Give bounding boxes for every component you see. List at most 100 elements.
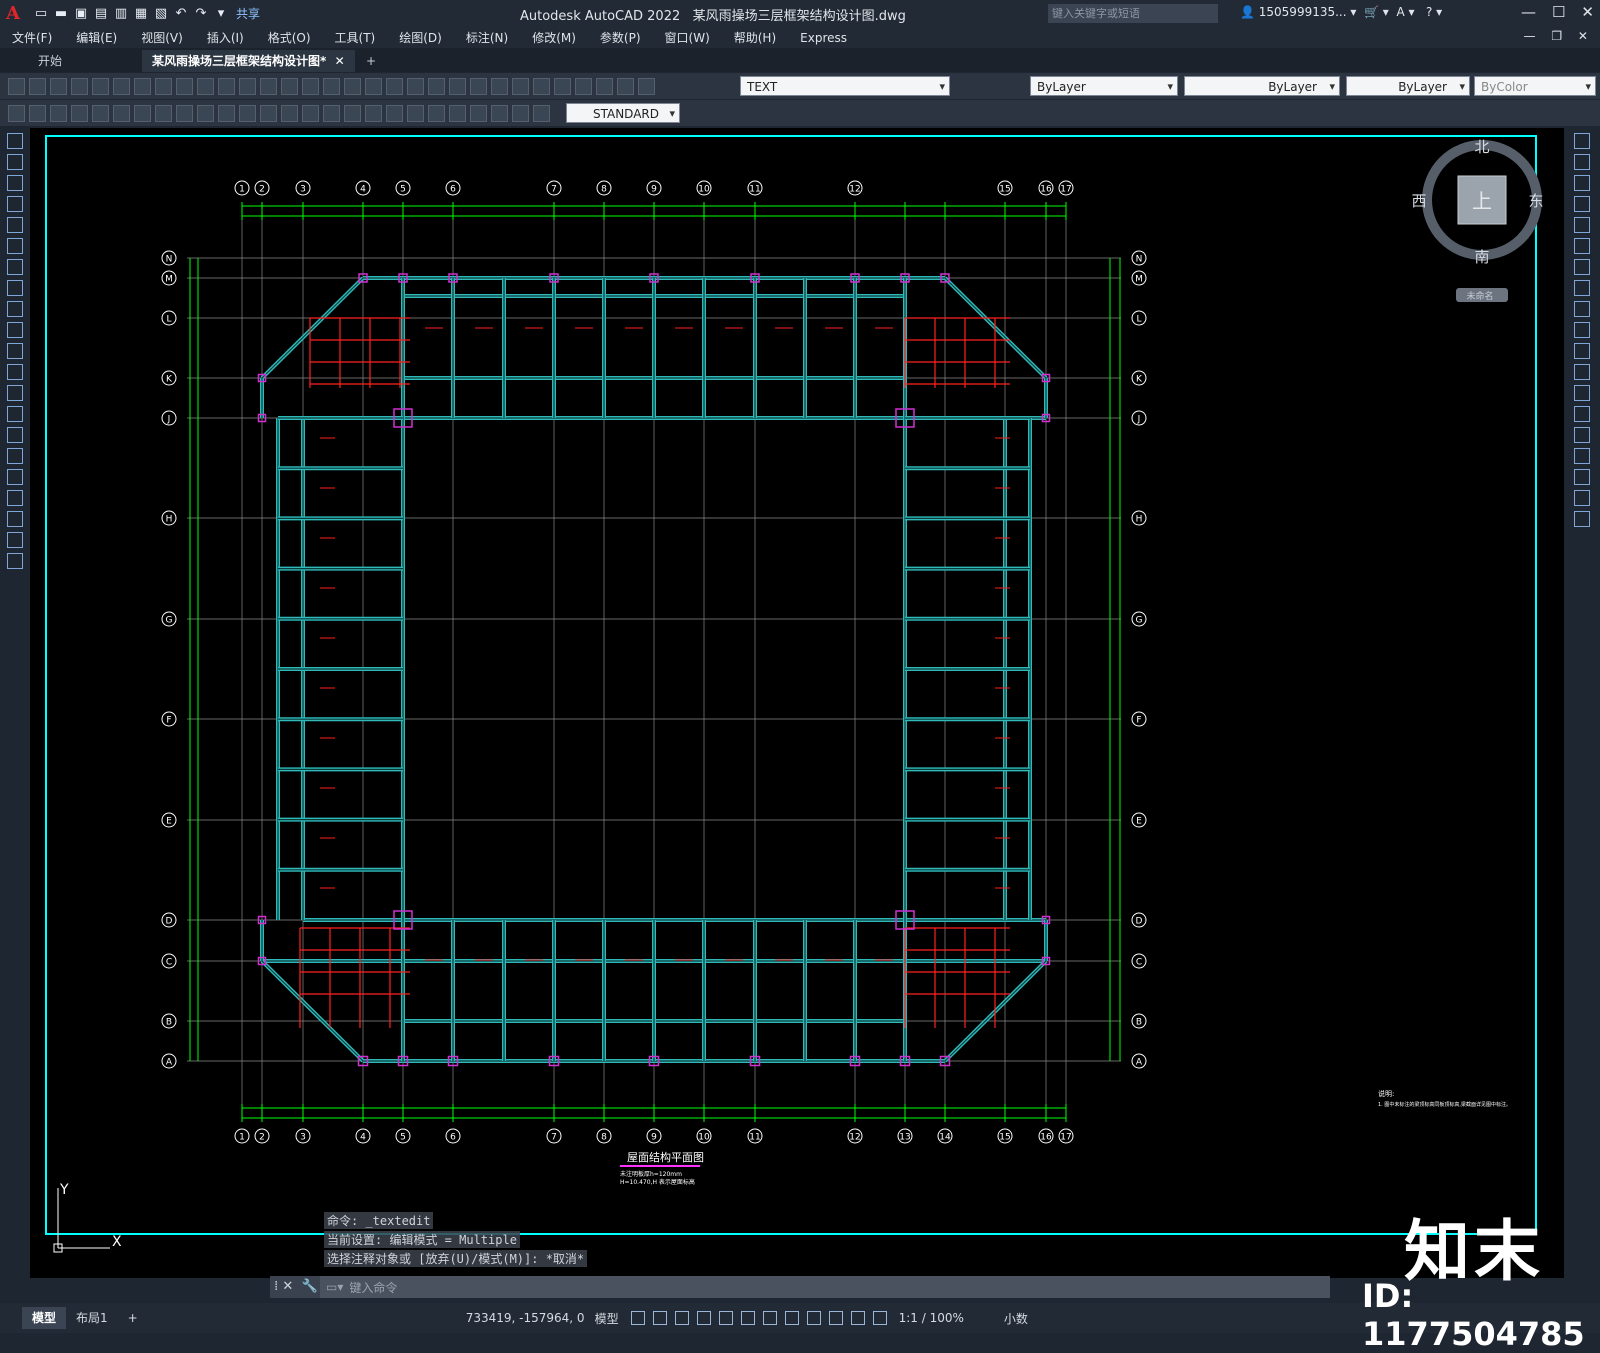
menu-item-9[interactable]: 参数(P) [588,29,653,46]
draw-tool-11-icon[interactable] [7,364,23,380]
share-button[interactable]: 共享 [236,5,260,22]
menu-item-10[interactable]: 窗口(W) [653,29,722,46]
add-layout-button[interactable]: + [118,1307,148,1329]
dimension-tool-22-icon[interactable] [470,104,487,122]
linetype-select[interactable]: ByLayer [1184,76,1340,97]
status-toggle-3-icon[interactable] [696,1311,711,1325]
modify-tool-9-icon[interactable] [1574,322,1590,338]
modify-tool-11-icon[interactable] [1574,364,1590,380]
new-tab-button[interactable]: + [356,50,386,72]
status-toggle-11-icon[interactable] [872,1311,887,1325]
document-window-controls[interactable]: — ❐ ✕ [1524,29,1594,43]
dimension-tool-1-icon[interactable] [29,104,46,122]
modify-tool-0-icon[interactable] [1574,133,1590,149]
modify-tool-8-icon[interactable] [1574,301,1590,317]
menu-item-6[interactable]: 绘图(D) [387,29,454,46]
standard-tool-2-icon[interactable] [50,77,67,95]
text-style-select[interactable]: TEXT [740,76,950,97]
standard-tool-13-icon[interactable] [281,77,298,95]
draw-tool-4-icon[interactable] [7,217,23,233]
dimension-tool-23-icon[interactable] [491,104,508,122]
command-input[interactable]: ▭▾ 键入命令 [320,1276,1330,1298]
modify-tool-4-icon[interactable] [1574,217,1590,233]
standard-tool-24-icon[interactable] [512,77,529,95]
draw-tool-3-icon[interactable] [7,196,23,212]
plot-style-select[interactable]: ByColor [1474,76,1596,97]
redo-icon[interactable]: ↷ [192,5,210,23]
draw-tool-2-icon[interactable] [7,175,23,191]
menu-item-7[interactable]: 标注(N) [454,29,520,46]
status-toggle-10-icon[interactable] [850,1311,865,1325]
draw-tool-1-icon[interactable] [7,154,23,170]
draw-tool-10-icon[interactable] [7,343,23,359]
dimension-tool-7-icon[interactable] [155,104,172,122]
status-toggle-6-icon[interactable] [762,1311,777,1325]
draw-tool-0-icon[interactable] [7,133,23,149]
autocad-logo-icon[interactable]: A [0,0,26,27]
dimension-tool-5-icon[interactable] [113,104,130,122]
minimize-icon[interactable]: — [1521,3,1536,21]
status-toggle-8-icon[interactable] [806,1311,821,1325]
save-as-icon[interactable]: ▤ [92,5,110,23]
dimension-tool-0-icon[interactable] [8,104,25,122]
standard-tool-4-icon[interactable] [92,77,109,95]
menu-item-5[interactable]: 工具(T) [323,29,388,46]
standard-tool-17-icon[interactable] [365,77,382,95]
standard-tool-30-icon[interactable] [638,77,655,95]
modify-tool-14-icon[interactable] [1574,427,1590,443]
draw-tool-12-icon[interactable] [7,385,23,401]
tab-layout1[interactable]: 布局1 [66,1307,118,1329]
dimension-tool-25-icon[interactable] [533,104,550,122]
maximize-icon[interactable]: ☐ [1552,3,1565,21]
standard-tool-26-icon[interactable] [554,77,571,95]
layer-color-select[interactable]: ByLayer [1030,76,1178,97]
modify-tool-2-icon[interactable] [1574,175,1590,191]
dimension-tool-17-icon[interactable] [365,104,382,122]
dimension-tool-13-icon[interactable] [281,104,298,122]
tab-model[interactable]: 模型 [22,1307,67,1329]
standard-tool-23-icon[interactable] [491,77,508,95]
modify-tool-17-icon[interactable] [1574,490,1590,506]
draw-tool-13-icon[interactable] [7,406,23,422]
menu-item-12[interactable]: Express [788,31,859,45]
standard-tool-27-icon[interactable] [575,77,592,95]
dimension-tool-8-icon[interactable] [176,104,193,122]
standard-tool-20-icon[interactable] [428,77,445,95]
menu-item-0[interactable]: 文件(F) [0,29,64,46]
tab-start[interactable]: 开始 [28,50,72,72]
standard-tool-22-icon[interactable] [470,77,487,95]
standard-tool-16-icon[interactable] [344,77,361,95]
save-web-icon[interactable]: ▦ [132,5,150,23]
draw-tool-16-icon[interactable] [7,469,23,485]
standard-tool-0-icon[interactable] [8,77,25,95]
modify-tool-10-icon[interactable] [1574,343,1590,359]
draw-tool-17-icon[interactable] [7,490,23,506]
modify-tool-13-icon[interactable] [1574,406,1590,422]
dimension-tool-16-icon[interactable] [344,104,361,122]
dimension-tool-4-icon[interactable] [92,104,109,122]
standard-tool-9-icon[interactable] [197,77,214,95]
standard-tool-21-icon[interactable] [449,77,466,95]
dimension-tool-11-icon[interactable] [239,104,256,122]
standard-tool-28-icon[interactable] [596,77,613,95]
standard-tool-18-icon[interactable] [386,77,403,95]
status-toggle-0-icon[interactable] [630,1311,645,1325]
menu-item-8[interactable]: 修改(M) [520,29,588,46]
dim-style-select[interactable]: STANDARD [566,103,680,124]
menu-item-3[interactable]: 插入(I) [195,29,256,46]
tab-drawing[interactable]: 某风雨操场三层框架结构设计图* ✕ [142,50,355,72]
draw-tool-8-icon[interactable] [7,301,23,317]
undo-icon[interactable]: ↶ [172,5,190,23]
dimension-tool-6-icon[interactable] [134,104,151,122]
standard-tool-15-icon[interactable] [323,77,340,95]
draw-tool-6-icon[interactable] [7,259,23,275]
standard-tool-14-icon[interactable] [302,77,319,95]
modify-tool-15-icon[interactable] [1574,448,1590,464]
drawing-canvas[interactable]: 1 2 3 4 5 6 7 8 9 10 11 12 15 16 17 1 2 3 4 5 6 7 8 9 10 11 12 13 14… [30,128,1564,1278]
standard-tool-19-icon[interactable] [407,77,424,95]
standard-tool-10-icon[interactable] [218,77,235,95]
search-input[interactable]: 键入关键字或短语 [1048,4,1218,23]
user-account[interactable]: 👤 1505999135... ▾ 🛒 ▾ A ▾ ? ▾ [1240,5,1442,19]
dimension-tool-15-icon[interactable] [323,104,340,122]
modify-tool-16-icon[interactable] [1574,469,1590,485]
